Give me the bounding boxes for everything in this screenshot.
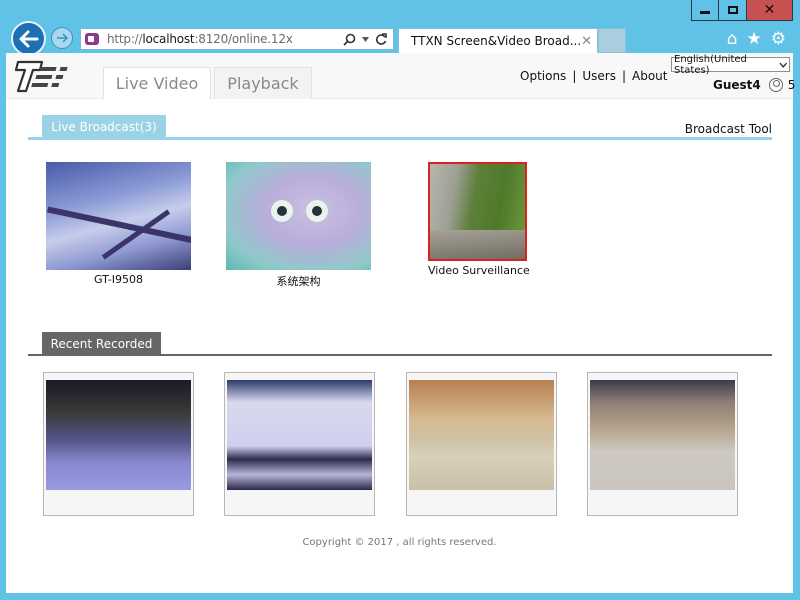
recording-card[interactable] bbox=[587, 372, 738, 516]
live-stream-item[interactable]: 系统架构 bbox=[226, 162, 371, 289]
users-link[interactable]: Users bbox=[582, 69, 616, 83]
settings-gear-icon[interactable]: ⚙ bbox=[771, 29, 786, 49]
link-separator: | bbox=[572, 69, 577, 83]
language-selected-value: English(United States) bbox=[674, 53, 747, 76]
maximize-icon bbox=[727, 6, 738, 14]
browser-tab-active[interactable]: TTXN Screen&Video Broad... ✕ bbox=[398, 28, 598, 53]
live-stream-label: GT-I9508 bbox=[93, 273, 144, 286]
live-broadcast-tab[interactable]: Live Broadcast(3) bbox=[42, 115, 166, 138]
link-separator: | bbox=[621, 69, 627, 83]
recording-thumbnail[interactable] bbox=[46, 380, 191, 490]
live-stream-thumbnail[interactable] bbox=[428, 162, 527, 261]
tab-playback[interactable]: Playback bbox=[214, 67, 312, 99]
tab-close-icon[interactable]: ✕ bbox=[581, 34, 592, 49]
section-divider bbox=[28, 137, 772, 140]
recording-thumbnail[interactable] bbox=[227, 380, 372, 490]
dropdown-arrow-icon[interactable] bbox=[362, 36, 369, 42]
live-stream-item[interactable]: GT-I9508 bbox=[46, 162, 191, 286]
tab-title: TTXN Screen&Video Broad... bbox=[411, 34, 582, 48]
minimize-button[interactable] bbox=[691, 0, 719, 21]
site-header: Live Video Playback Options | Users | Ab… bbox=[6, 53, 795, 99]
url-path: :8120/online.12x bbox=[194, 32, 293, 46]
live-stream-thumbnail[interactable] bbox=[46, 162, 191, 270]
new-tab-button[interactable] bbox=[598, 28, 626, 53]
window-caption-buttons: ✕ bbox=[691, 0, 793, 21]
tab-live-video[interactable]: Live Video bbox=[103, 67, 211, 99]
thumbnail-detail bbox=[306, 200, 328, 222]
page-content: Live Video Playback Options | Users | Ab… bbox=[6, 53, 795, 593]
back-button[interactable] bbox=[11, 21, 46, 56]
recording-thumbnail[interactable] bbox=[409, 380, 554, 490]
arrow-right-icon bbox=[57, 33, 68, 43]
address-bar[interactable]: http://localhost:8120/online.12x bbox=[80, 28, 394, 50]
minimize-icon bbox=[700, 10, 710, 14]
search-icon[interactable] bbox=[343, 33, 356, 46]
home-icon[interactable]: ⌂ bbox=[727, 29, 738, 49]
browser-window: ✕ http://localhost:8120/online.12x TTXN … bbox=[0, 0, 800, 600]
arrow-left-icon bbox=[19, 30, 38, 47]
close-icon: ✕ bbox=[763, 2, 776, 18]
top-links: Options | Users | About bbox=[520, 69, 668, 83]
forward-button[interactable] bbox=[51, 27, 73, 49]
language-select[interactable]: English(United States) bbox=[671, 54, 790, 76]
recording-card[interactable] bbox=[406, 372, 557, 516]
section-divider bbox=[28, 354, 772, 356]
site-favicon-icon bbox=[85, 33, 99, 45]
online-user-count: 5 bbox=[787, 78, 796, 92]
recent-recorded-tab[interactable]: Recent Recorded bbox=[42, 332, 161, 355]
recording-card[interactable] bbox=[224, 372, 375, 516]
user-info: Guest4 5 bbox=[713, 78, 795, 92]
ttxn-logo[interactable] bbox=[14, 58, 76, 94]
about-link[interactable]: About bbox=[632, 69, 667, 83]
chevron-down-icon bbox=[779, 62, 787, 68]
maximize-button[interactable] bbox=[719, 0, 747, 21]
url-text: http://localhost:8120/online.12x bbox=[107, 32, 293, 46]
username[interactable]: Guest4 bbox=[713, 78, 761, 92]
online-users-icon bbox=[768, 78, 783, 92]
url-host: localhost bbox=[142, 32, 195, 46]
address-tools bbox=[343, 32, 393, 46]
refresh-icon[interactable] bbox=[375, 32, 387, 46]
recording-thumbnail[interactable] bbox=[590, 380, 735, 490]
footer-copyright: Copyright © 2017 , all rights reserved. bbox=[302, 537, 497, 548]
recording-card[interactable] bbox=[43, 372, 194, 516]
live-stream-label: Video Surveillance bbox=[428, 264, 530, 277]
thumbnail-detail bbox=[271, 200, 293, 222]
favorites-star-icon[interactable]: ★ bbox=[747, 29, 762, 49]
live-stream-item-selected[interactable]: Video Surveillance bbox=[428, 162, 530, 277]
live-stream-thumbnail[interactable] bbox=[226, 162, 371, 270]
broadcast-tool-link[interactable]: Broadcast Tool bbox=[685, 122, 772, 136]
url-scheme: http:// bbox=[107, 32, 143, 46]
close-window-button[interactable]: ✕ bbox=[747, 0, 793, 21]
browser-toolbar-icons: ⌂ ★ ⚙ bbox=[727, 29, 786, 49]
options-link[interactable]: Options bbox=[520, 69, 566, 83]
live-stream-label: 系统架构 bbox=[276, 275, 321, 288]
